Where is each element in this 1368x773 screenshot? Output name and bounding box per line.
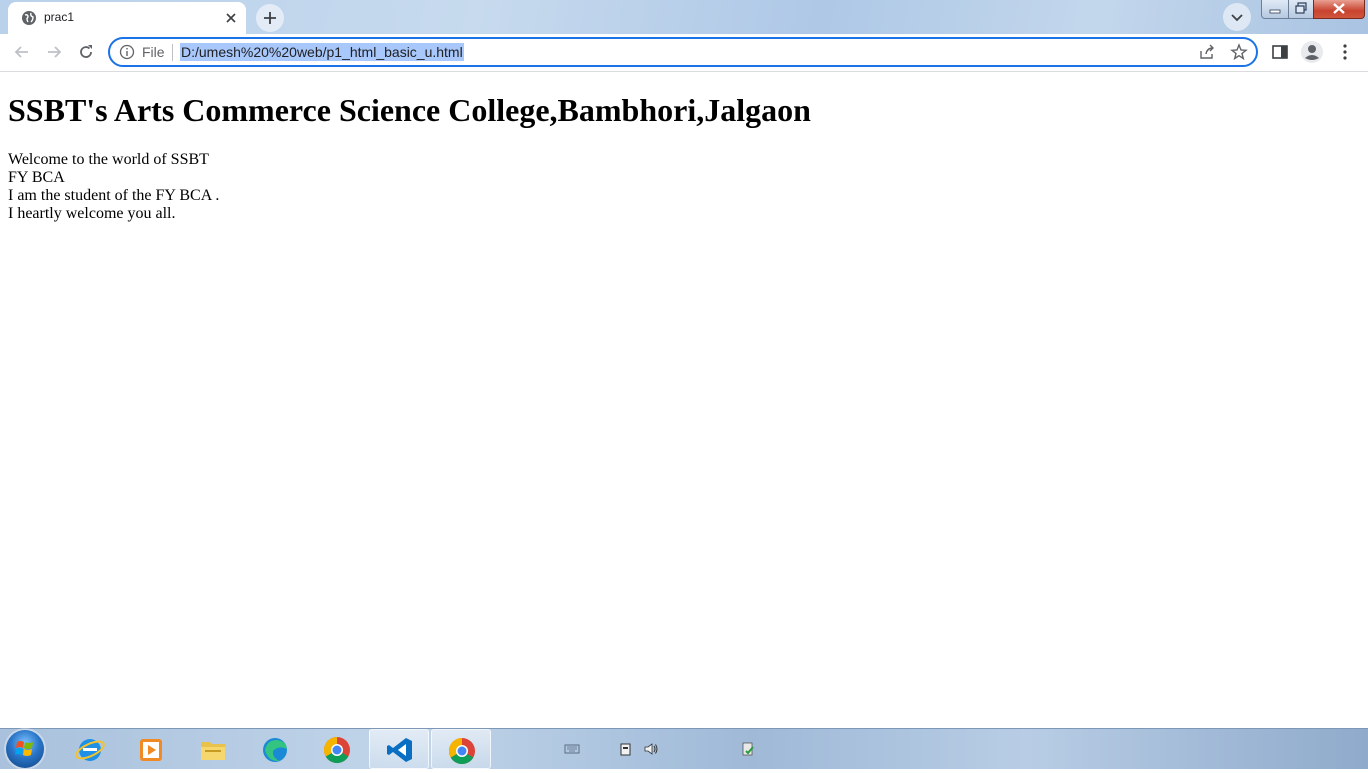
taskbar-media-player[interactable] [121, 729, 181, 769]
reload-icon[interactable] [76, 42, 96, 62]
taskbar-file-explorer[interactable] [183, 729, 243, 769]
text-line: I heartly welcome you all. [8, 205, 176, 222]
menu-icon[interactable] [1335, 42, 1355, 62]
minimize-icon [1269, 9, 1281, 14]
plus-icon [264, 12, 276, 24]
browser-toolbar: File D:/umesh%20%20web/p1_html_basic_u.h… [0, 34, 1368, 72]
close-window-button[interactable] [1313, 0, 1365, 19]
browser-titlebar: prac1 [0, 0, 1368, 34]
close-icon [1333, 3, 1345, 14]
scheme-label: File [142, 44, 165, 60]
text-line: Welcome to the world of SSBT [8, 151, 209, 168]
chevron-down-icon [1231, 14, 1243, 22]
new-tab-button[interactable] [256, 4, 284, 32]
taskbar-internet-explorer[interactable] [60, 729, 120, 769]
page-heading: SSBT's Arts Commerce Science College,Bam… [8, 92, 811, 128]
volume-icon[interactable] [643, 741, 659, 757]
chrome-icon [448, 737, 475, 765]
vscode-icon [387, 738, 412, 762]
taskbar-chrome[interactable] [307, 729, 367, 769]
address-bar[interactable]: File D:/umesh%20%20web/p1_html_basic_u.h… [108, 37, 1258, 67]
minimize-button[interactable] [1261, 0, 1289, 19]
share-icon[interactable] [1198, 43, 1216, 61]
edge-icon [263, 738, 287, 762]
side-panel-icon[interactable] [1270, 42, 1290, 62]
star-icon[interactable] [1230, 43, 1248, 61]
file-explorer-icon [201, 742, 225, 760]
profile-icon[interactable] [1300, 40, 1324, 64]
arrow-right-icon[interactable] [44, 42, 64, 62]
url-text[interactable]: D:/umesh%20%20web/p1_html_basic_u.html [180, 43, 464, 61]
arrow-left-icon[interactable] [12, 42, 32, 62]
taskbar-edge[interactable] [245, 729, 305, 769]
page-content: SSBT's Arts Commerce Science College,Bam… [0, 72, 1368, 728]
text-line: I am the student of the FY BCA . [8, 187, 220, 204]
browser-tab[interactable]: prac1 [8, 2, 246, 34]
body-text: Welcome to the world of SSBT FY BCA I am… [8, 151, 219, 223]
action-center-icon[interactable] [740, 741, 756, 757]
tab-search-button[interactable] [1223, 3, 1251, 31]
chrome-icon [323, 736, 350, 764]
tab-title: prac1 [44, 10, 75, 24]
globe-icon [22, 11, 36, 25]
omnibox-divider [172, 44, 173, 61]
media-player-icon [140, 739, 162, 761]
window-controls [1261, 0, 1365, 19]
network-icon[interactable] [618, 741, 634, 757]
taskbar [0, 728, 1368, 769]
windows-logo-icon [15, 741, 33, 756]
taskbar-chrome-active[interactable] [431, 729, 491, 769]
internet-explorer-icon [75, 739, 105, 761]
restore-icon [1295, 2, 1307, 14]
start-button[interactable] [6, 730, 44, 768]
close-tab-icon[interactable] [224, 11, 238, 25]
maximize-button[interactable] [1288, 0, 1314, 19]
info-icon[interactable] [119, 44, 135, 60]
taskbar-vscode[interactable] [369, 729, 429, 769]
text-line: FY BCA [8, 169, 65, 186]
keyboard-icon[interactable] [564, 741, 580, 757]
